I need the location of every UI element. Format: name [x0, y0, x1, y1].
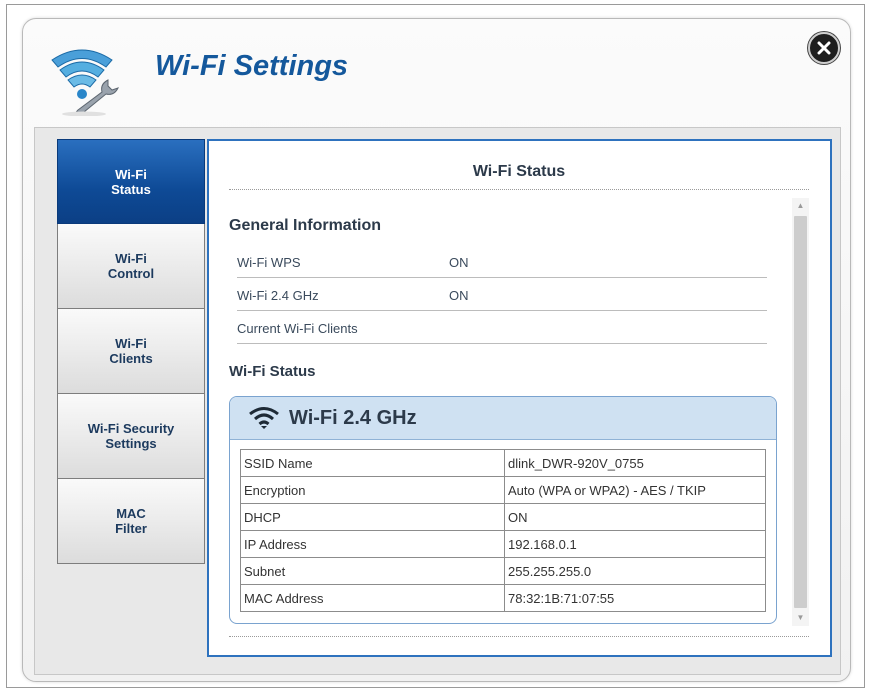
sidebar-item-wifi-control[interactable]: Wi-Fi Control — [57, 224, 205, 309]
table-key: Subnet — [240, 557, 505, 585]
table-value: Auto (WPA or WPA2) - AES / TKIP — [504, 476, 766, 504]
sidebar-item-label: MAC Filter — [115, 506, 147, 536]
table-key: MAC Address — [240, 584, 505, 612]
dialog-title: Wi-Fi Settings — [155, 50, 349, 82]
table-key: IP Address — [240, 530, 505, 558]
info-row-wifi-wps: Wi-Fi WPS ON — [237, 245, 767, 278]
table-row: SSID Name dlink_DWR-920V_0755 — [240, 449, 766, 477]
close-icon — [817, 41, 831, 55]
table-value: 192.168.0.1 — [504, 530, 766, 558]
wifi-details-table: SSID Name dlink_DWR-920V_0755 Encryption… — [240, 449, 766, 612]
table-row: Encryption Auto (WPA or WPA2) - AES / TK… — [240, 476, 766, 504]
table-key: Encryption — [240, 476, 505, 504]
sidebar-item-label: Wi-Fi Security Settings — [87, 421, 175, 451]
table-key: DHCP — [240, 503, 505, 531]
info-value: ON — [449, 255, 469, 270]
panel-title: Wi-Fi Status — [472, 163, 566, 180]
main-panel: Wi-Fi Status General Information Wi-Fi W… — [207, 139, 832, 657]
table-value: ON — [504, 503, 766, 531]
sidebar-item-label: Wi-Fi Clients — [109, 336, 153, 366]
wifi-status-heading: Wi-Fi Status — [229, 363, 316, 380]
card-title: Wi-Fi 2.4 GHz — [289, 407, 417, 429]
table-value: 255.255.255.0 — [504, 557, 766, 585]
wifi-signal-icon — [249, 407, 279, 429]
info-row-wifi-24ghz: Wi-Fi 2.4 GHz ON — [237, 278, 767, 311]
table-key: SSID Name — [240, 449, 505, 477]
divider — [229, 636, 809, 637]
scroll-thumb[interactable] — [794, 216, 807, 608]
close-button[interactable] — [808, 32, 840, 64]
general-information-heading: General Information — [229, 217, 382, 234]
info-value: ON — [449, 288, 469, 303]
vertical-scrollbar[interactable]: ▲ ▼ — [792, 198, 809, 626]
table-value: 78:32:1B:71:07:55 — [504, 584, 766, 612]
sidebar-item-wifi-security-settings[interactable]: Wi-Fi Security Settings — [57, 394, 205, 479]
sidebar: Wi-Fi Status Wi-Fi Control Wi-Fi Clients… — [57, 139, 205, 564]
wifi-band-card: Wi-Fi 2.4 GHz SSID Name dlink_DWR-920V_0… — [229, 396, 777, 624]
sidebar-item-label: Wi-Fi Status — [111, 166, 151, 197]
table-row: IP Address 192.168.0.1 — [240, 530, 766, 558]
table-row: MAC Address 78:32:1B:71:07:55 — [240, 584, 766, 612]
scroll-down-arrow-icon[interactable]: ▼ — [792, 610, 809, 626]
sidebar-item-label: Wi-Fi Control — [107, 251, 155, 281]
table-value: dlink_DWR-920V_0755 — [504, 449, 766, 477]
info-key: Wi-Fi WPS — [237, 255, 301, 270]
table-row: DHCP ON — [240, 503, 766, 531]
sidebar-item-wifi-status[interactable]: Wi-Fi Status — [57, 139, 205, 224]
info-key: Wi-Fi 2.4 GHz — [237, 288, 319, 303]
table-row: Subnet 255.255.255.0 — [240, 557, 766, 585]
scroll-up-arrow-icon[interactable]: ▲ — [792, 198, 809, 214]
divider — [229, 189, 809, 190]
info-key: Current Wi-Fi Clients — [237, 321, 358, 336]
info-row-current-clients: Current Wi-Fi Clients — [237, 311, 767, 344]
wifi-wrench-icon — [48, 40, 120, 117]
sidebar-item-mac-filter[interactable]: MAC Filter — [57, 479, 205, 564]
card-header: Wi-Fi 2.4 GHz — [230, 397, 776, 440]
sidebar-item-wifi-clients[interactable]: Wi-Fi Clients — [57, 309, 205, 394]
